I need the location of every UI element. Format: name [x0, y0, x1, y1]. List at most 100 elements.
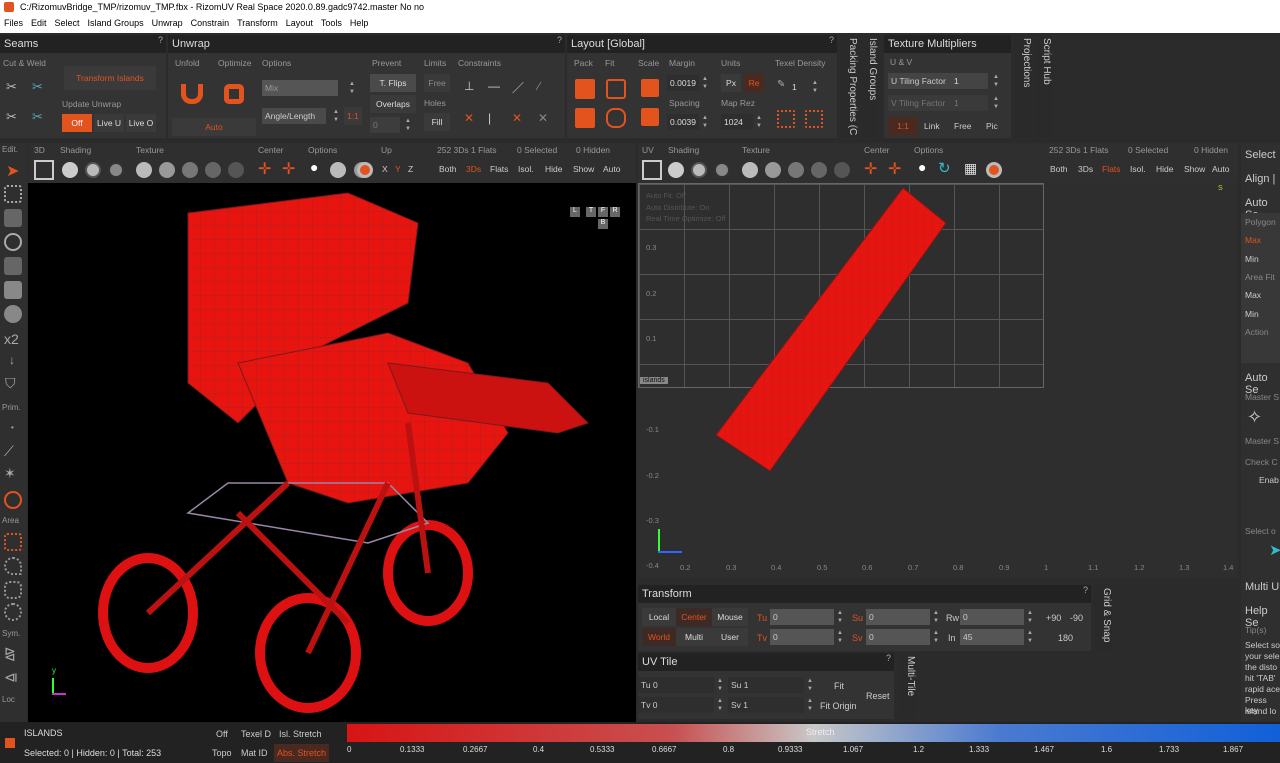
- free-button[interactable]: Free: [954, 121, 971, 131]
- su-field[interactable]: 0: [866, 609, 930, 625]
- tile-su-field[interactable]: Su 1: [728, 677, 804, 693]
- show-button[interactable]: Show: [573, 164, 594, 174]
- fit-icon[interactable]: [606, 79, 626, 99]
- edge-select-icon[interactable]: [4, 209, 22, 227]
- pic-button[interactable]: Pic: [986, 121, 998, 131]
- spinner-icon[interactable]: ▲ ▼: [716, 697, 724, 713]
- help-icon[interactable]: ?: [829, 35, 834, 45]
- sphere-select-icon[interactable]: [4, 491, 22, 509]
- tu-field[interactable]: 0: [770, 609, 834, 625]
- island-select-icon[interactable]: [4, 257, 22, 275]
- mouse-button[interactable]: Mouse: [712, 608, 748, 626]
- ratio-toggle[interactable]: 1:1: [888, 117, 918, 135]
- clear-icon[interactable]: ✕: [538, 111, 554, 127]
- color-option-icon[interactable]: [357, 162, 373, 178]
- menu-help[interactable]: Help: [346, 15, 373, 28]
- hide-button[interactable]: Hide: [545, 164, 562, 174]
- both-button[interactable]: Both: [439, 164, 457, 174]
- spinner-icon[interactable]: ▲ ▼: [404, 117, 412, 133]
- island-stretch-button[interactable]: Isl. Stretch: [279, 729, 322, 739]
- texture-map-icon[interactable]: [811, 162, 827, 178]
- vertex-select-icon[interactable]: [4, 185, 22, 203]
- flats-button[interactable]: Flats: [1102, 164, 1120, 174]
- unfold-icon[interactable]: [181, 84, 203, 104]
- fit-shape-icon[interactable]: [606, 108, 626, 128]
- scale-lock-icon[interactable]: [641, 108, 659, 126]
- in-field[interactable]: 45: [960, 629, 1024, 645]
- auto-button[interactable]: Auto: [1212, 164, 1230, 174]
- stroller-mesh[interactable]: [88, 183, 608, 713]
- x2-label[interactable]: x2: [4, 331, 19, 347]
- light-icon[interactable]: ●: [918, 159, 926, 175]
- center-selection-icon[interactable]: ✛: [888, 159, 901, 179]
- menu-constrain[interactable]: Constrain: [187, 15, 234, 28]
- spinner-icon[interactable]: ▲ ▼: [992, 73, 1000, 89]
- texture-lit-icon[interactable]: [788, 162, 804, 178]
- reset-button[interactable]: Reset: [866, 691, 890, 701]
- texture-none-icon[interactable]: [136, 162, 152, 178]
- line-icon[interactable]: ⟋: [4, 443, 14, 460]
- paint-select-icon[interactable]: [4, 581, 22, 599]
- tile-tv-field[interactable]: Tv 0: [638, 697, 714, 713]
- shading-wire-icon[interactable]: [85, 162, 101, 178]
- show-3ds-button[interactable]: 3Ds: [466, 164, 481, 174]
- center-icon[interactable]: ✛: [258, 159, 271, 179]
- menu-island-groups[interactable]: Island Groups: [84, 15, 148, 28]
- diagonal-icon[interactable]: ／: [512, 79, 528, 95]
- help-icon[interactable]: ?: [886, 653, 891, 663]
- optimize-icon[interactable]: [224, 84, 244, 104]
- lasso-icon[interactable]: [4, 557, 22, 575]
- area-min-button[interactable]: Min: [1245, 309, 1259, 319]
- flats-button[interactable]: Flats: [490, 164, 508, 174]
- rotate-minus90-button[interactable]: -90: [1070, 613, 1083, 623]
- menu-transform[interactable]: Transform: [233, 15, 282, 28]
- help-icon[interactable]: ?: [1083, 585, 1088, 595]
- help-icon[interactable]: ?: [557, 35, 562, 45]
- vertical-icon[interactable]: |: [488, 111, 504, 127]
- texture-custom-icon[interactable]: [834, 162, 850, 178]
- spinner-icon[interactable]: ▲ ▼: [992, 95, 1000, 111]
- fit-origin-button[interactable]: Fit Origin: [820, 701, 857, 711]
- sphere-option-icon[interactable]: [330, 162, 346, 178]
- spinner-icon[interactable]: ▲ ▼: [716, 677, 724, 693]
- light-icon[interactable]: ●: [310, 159, 318, 175]
- isolate-button[interactable]: Isol.: [1130, 164, 1146, 174]
- menu-select[interactable]: Select: [51, 15, 84, 28]
- world-button[interactable]: World: [642, 628, 676, 646]
- shading-flat-icon[interactable]: [668, 162, 684, 178]
- local-button[interactable]: Local: [642, 608, 676, 626]
- auto-button[interactable]: Auto: [172, 118, 256, 136]
- re-button[interactable]: Re: [744, 74, 764, 92]
- pack-icon[interactable]: [575, 79, 595, 99]
- texture-custom-icon[interactable]: [228, 162, 244, 178]
- symmetry-icon[interactable]: ⧎: [4, 645, 16, 662]
- grid-icon[interactable]: ▦: [964, 160, 977, 177]
- axis-x-button[interactable]: X: [382, 164, 388, 174]
- frame-icon[interactable]: [34, 160, 54, 180]
- transform-islands-button[interactable]: Transform Islands: [64, 66, 156, 90]
- topology-button[interactable]: Topo: [212, 748, 232, 758]
- update-off-button[interactable]: Off: [62, 114, 92, 132]
- spinner-icon[interactable]: ▲ ▼: [932, 609, 940, 625]
- both-button[interactable]: Both: [1050, 164, 1068, 174]
- texture-none-icon[interactable]: [742, 162, 758, 178]
- spinner-icon[interactable]: ▲ ▼: [806, 677, 814, 693]
- texture-lit-icon[interactable]: [182, 162, 198, 178]
- tv-field[interactable]: 0: [770, 629, 834, 645]
- display-off-button[interactable]: Off: [216, 729, 228, 739]
- overlaps-value[interactable]: 0: [370, 117, 400, 133]
- mix-field[interactable]: Mix: [262, 80, 338, 96]
- spinner-icon[interactable]: ▲ ▼: [1026, 609, 1034, 625]
- unpin-icon[interactable]: ✕: [464, 111, 480, 127]
- center-icon[interactable]: ✛: [864, 159, 877, 179]
- mesh-select-icon[interactable]: [4, 281, 22, 299]
- horizontal-icon[interactable]: —: [488, 79, 504, 95]
- texture-checker-icon[interactable]: [765, 162, 781, 178]
- material-id-button[interactable]: Mat ID: [241, 748, 268, 758]
- spinner-icon[interactable]: ▲ ▼: [836, 609, 844, 625]
- shading-grid-icon[interactable]: [714, 162, 730, 178]
- circle-select-icon[interactable]: [4, 603, 22, 621]
- spinner-icon[interactable]: ▲ ▼: [932, 629, 940, 645]
- overlaps-button[interactable]: Overlaps: [370, 95, 416, 113]
- spinner-icon[interactable]: ▲ ▼: [836, 629, 844, 645]
